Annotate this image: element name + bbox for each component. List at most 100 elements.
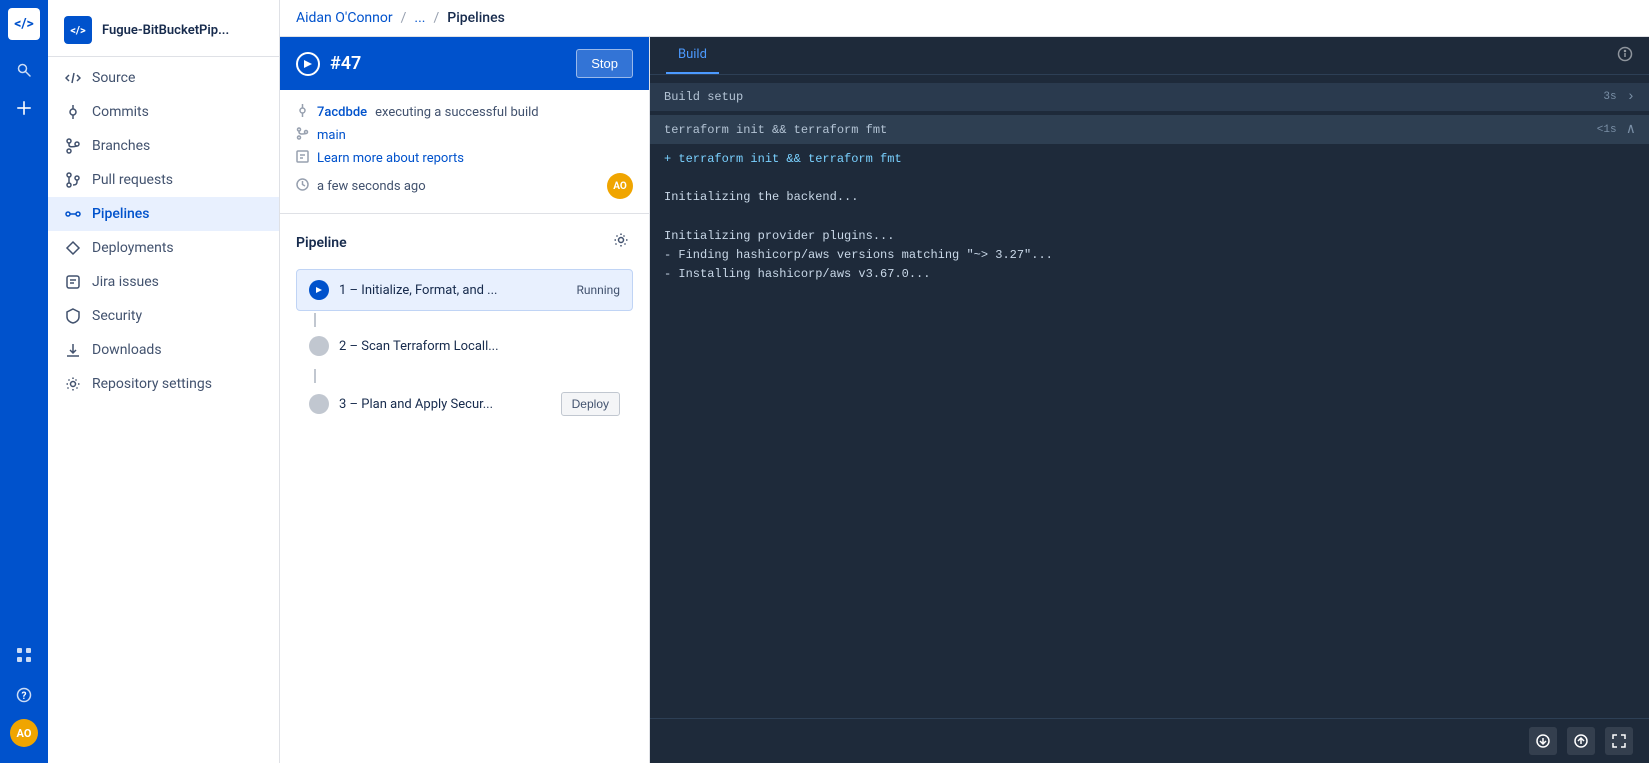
user-avatar[interactable]: AO: [10, 719, 38, 747]
breadcrumb-middle[interactable]: ...: [414, 10, 425, 26]
sidebar-item-repository-settings[interactable]: Repository settings: [48, 367, 279, 401]
code-icon: [64, 69, 82, 87]
log-line-6: - Finding hashicorp/aws versions matchin…: [664, 246, 1635, 265]
add-icon[interactable]: [8, 92, 40, 124]
step-3-name: 3 – Plan and Apply Secur...: [339, 397, 551, 412]
sidebar-item-deployments[interactable]: Deployments: [48, 231, 279, 265]
pipeline-left-panel: #47 Stop 7acdbde executing a successful …: [280, 37, 650, 763]
sidebar-label-pull-requests: Pull requests: [92, 172, 173, 188]
sidebar-label-jira-issues: Jira issues: [92, 274, 159, 290]
log-line-4: [664, 208, 1635, 227]
build-setup-title: Build setup: [664, 90, 743, 104]
downloads-icon: [64, 341, 82, 359]
log-line-2: [664, 169, 1635, 188]
pipeline-step-2[interactable]: 2 – Scan Terraform Locall...: [296, 325, 633, 367]
icon-bar: </> ? AO: [0, 0, 48, 763]
log-line-5: Initializing provider plugins...: [664, 227, 1635, 246]
sidebar-item-pull-requests[interactable]: Pull requests: [48, 163, 279, 197]
stop-button[interactable]: Stop: [576, 49, 633, 78]
commit-hash[interactable]: 7acdbde: [317, 105, 367, 120]
log-line-7: - Installing hashicorp/aws v3.67.0...: [664, 265, 1635, 284]
sidebar-item-jira-issues[interactable]: Jira issues: [48, 265, 279, 299]
deployments-icon: [64, 239, 82, 257]
report-icon: [296, 150, 309, 167]
help-icon[interactable]: ?: [8, 679, 40, 711]
step-3-status-dot: [309, 394, 329, 414]
branch-name[interactable]: main: [317, 128, 346, 143]
app-logo[interactable]: </>: [8, 8, 40, 40]
main-cmd-time: <1s: [1597, 124, 1617, 136]
log-line-3: Initializing the backend...: [664, 188, 1635, 207]
search-icon[interactable]: [8, 54, 40, 86]
sidebar-item-source[interactable]: Source: [48, 61, 279, 95]
sidebar-item-branches[interactable]: Branches: [48, 129, 279, 163]
breadcrumb-user[interactable]: Aidan O'Connor: [296, 10, 393, 26]
learn-more-row: Learn more about reports: [296, 150, 633, 167]
pipeline-split: #47 Stop 7acdbde executing a successful …: [280, 37, 1649, 763]
repo-icon: </>: [64, 16, 92, 44]
learn-more-link[interactable]: Learn more about reports: [317, 151, 464, 166]
run-header: #47 Stop: [280, 37, 649, 90]
build-info-icon[interactable]: [1617, 46, 1633, 66]
branches-icon: [64, 137, 82, 155]
sidebar-item-security[interactable]: Security: [48, 299, 279, 333]
svg-text:?: ?: [22, 691, 27, 702]
pipelines-icon: [64, 205, 82, 223]
sidebar-label-security: Security: [92, 308, 142, 324]
jira-icon: [64, 273, 82, 291]
run-info-card: 7acdbde executing a successful build mai…: [280, 90, 649, 214]
branch-icon: [296, 127, 309, 144]
sidebar-item-downloads[interactable]: Downloads: [48, 333, 279, 367]
sidebar-label-source: Source: [92, 70, 135, 86]
sidebar-label-branches: Branches: [92, 138, 150, 154]
expand-button[interactable]: [1605, 727, 1633, 755]
sidebar-label-commits: Commits: [92, 104, 149, 120]
pipeline-title: Pipeline: [296, 235, 347, 251]
breadcrumb: Aidan O'Connor / ... / Pipelines: [280, 0, 1649, 37]
sidebar-label-downloads: Downloads: [92, 342, 162, 358]
commit-icon: [296, 104, 309, 121]
log-section-main-cmd: terraform init && terraform fmt <1s ∧ + …: [650, 115, 1649, 292]
breadcrumb-sep1: /: [401, 10, 407, 26]
step-2-name: 2 – Scan Terraform Locall...: [339, 339, 620, 354]
security-icon: [64, 307, 82, 325]
deploy-button[interactable]: Deploy: [561, 392, 620, 416]
settings-icon: [64, 375, 82, 393]
sidebar-item-pipelines[interactable]: Pipelines: [48, 197, 279, 231]
pipeline-step-1[interactable]: 1 – Initialize, Format, and ... Running: [296, 269, 633, 311]
main-cmd-title: terraform init && terraform fmt: [664, 123, 887, 137]
chevron-right-icon[interactable]: ›: [1627, 89, 1635, 105]
scroll-up-button[interactable]: [1567, 727, 1595, 755]
apps-icon[interactable]: [8, 639, 40, 671]
build-right-panel: Build Build setup 3s ›: [650, 37, 1649, 763]
sidebar-item-commits[interactable]: Commits: [48, 95, 279, 129]
pipeline-steps-section: Pipeline 1 – Initialize, Format, and ...…: [280, 214, 649, 445]
sidebar-label-repository-settings: Repository settings: [92, 376, 212, 392]
main-cmd-meta: <1s ∧: [1597, 121, 1635, 138]
repo-header: </> Fugue-BitBucketPip...: [48, 8, 279, 57]
scroll-down-button[interactable]: [1529, 727, 1557, 755]
step-1-running-status: Running: [576, 283, 620, 297]
build-setup-meta: 3s ›: [1603, 89, 1635, 105]
log-section-build-setup: Build setup 3s ›: [650, 83, 1649, 111]
log-line-1: + terraform init && terraform fmt: [664, 150, 1635, 169]
timestamp-row: a few seconds ago AO: [296, 173, 633, 199]
step-1-status-dot: [309, 280, 329, 300]
step-1-name: 1 – Initialize, Format, and ...: [339, 283, 566, 298]
pull-requests-icon: [64, 171, 82, 189]
run-avatar: AO: [607, 173, 633, 199]
pipeline-step-3[interactable]: 3 – Plan and Apply Secur... Deploy: [296, 381, 633, 427]
build-setup-header[interactable]: Build setup 3s ›: [650, 83, 1649, 111]
breadcrumb-sep2: /: [433, 10, 439, 26]
run-timestamp: a few seconds ago: [317, 179, 426, 194]
bottom-actions: [650, 718, 1649, 763]
main-cmd-header[interactable]: terraform init && terraform fmt <1s ∧: [650, 115, 1649, 144]
repo-name: Fugue-BitBucketPip...: [102, 23, 229, 38]
chevron-up-icon[interactable]: ∧: [1627, 121, 1635, 138]
pipeline-settings-button[interactable]: [609, 228, 633, 257]
sidebar-label-deployments: Deployments: [92, 240, 174, 256]
build-tabs: Build: [650, 37, 1649, 75]
build-tab-build[interactable]: Build: [666, 37, 719, 74]
run-number: #47: [330, 53, 361, 74]
step-2-status-dot: [309, 336, 329, 356]
